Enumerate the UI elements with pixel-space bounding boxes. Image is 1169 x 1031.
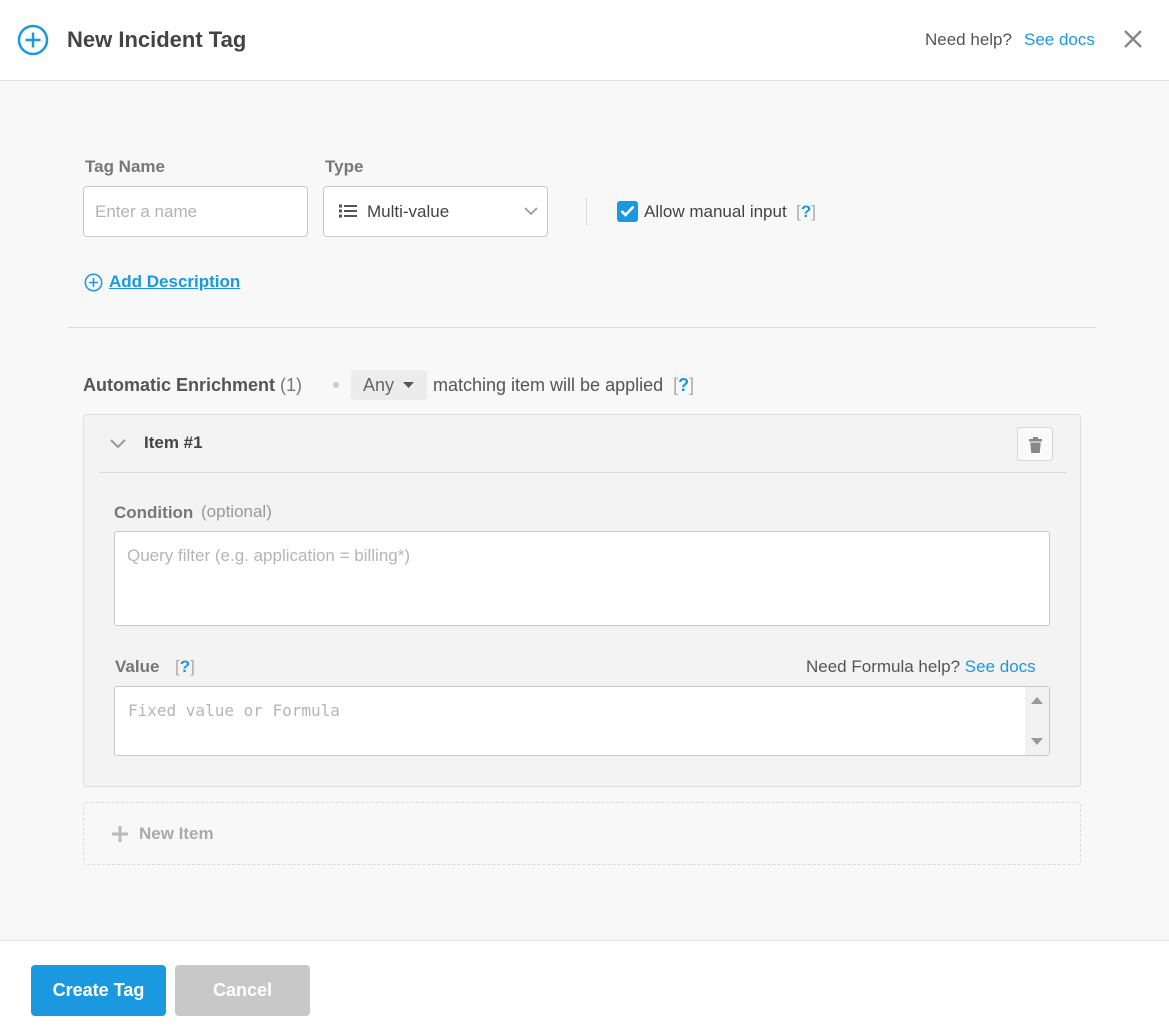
plus-icon: [112, 826, 128, 842]
see-docs-link[interactable]: See docs: [1024, 30, 1095, 50]
condition-label: Condition: [114, 503, 194, 522]
dialog-title: New Incident Tag: [67, 27, 247, 52]
manual-input-help[interactable]: [?]: [791, 202, 816, 221]
allow-manual-input-label: Allow manual input [?]: [644, 202, 816, 222]
create-tag-button[interactable]: Create Tag: [31, 965, 166, 1016]
chevron-down-icon: [524, 207, 538, 216]
help-mark[interactable]: ?: [801, 202, 811, 221]
chevron-down-icon[interactable]: [110, 439, 126, 449]
enrichment-title: Automatic Enrichment: [83, 375, 276, 395]
formula-help: Need Formula help? See docs: [806, 657, 1036, 677]
trash-icon: [1029, 437, 1042, 453]
check-icon: [620, 205, 635, 217]
allow-manual-input-text: Allow manual input: [644, 202, 787, 221]
dialog-footer: Create Tag Cancel: [0, 940, 1169, 1031]
dialog-header: New Incident Tag Need help? See docs: [0, 0, 1169, 81]
tag-name-label: Tag Name: [85, 157, 165, 176]
value-label: Value: [115, 657, 160, 676]
item-card: Item #1 Condition (optional) Value [?] N…: [83, 414, 1081, 787]
value-input-container: [114, 686, 1050, 756]
field-divider: [586, 197, 587, 226]
item-title: Item #1: [144, 433, 203, 452]
match-mode-value: Any: [363, 375, 395, 395]
value-input[interactable]: [115, 687, 1025, 755]
condition-optional: (optional): [201, 502, 272, 521]
separator-dot: [333, 382, 339, 388]
section-divider: [68, 327, 1096, 328]
delete-item-button[interactable]: [1017, 427, 1053, 461]
type-select[interactable]: Multi-value: [323, 186, 548, 237]
value-help[interactable]: [?]: [175, 657, 195, 677]
close-icon[interactable]: [1122, 28, 1144, 50]
type-label: Type: [325, 157, 364, 176]
caret-down-icon: [403, 382, 414, 388]
item-header-divider: [99, 472, 1067, 473]
formula-see-docs-link[interactable]: See docs: [965, 657, 1036, 676]
match-mode-select[interactable]: Any: [351, 370, 427, 400]
help-mark[interactable]: ?: [180, 657, 190, 676]
new-item-button[interactable]: New Item: [83, 802, 1081, 865]
help-prefix: Need help?: [925, 30, 1012, 49]
allow-manual-input-checkbox[interactable]: [617, 201, 638, 222]
match-text: matching item will be applied: [433, 375, 664, 395]
type-select-value: Multi-value: [367, 202, 450, 221]
scroll-up-icon[interactable]: [1031, 697, 1043, 704]
add-circle-icon: [84, 273, 103, 292]
tag-name-input[interactable]: [83, 186, 308, 237]
new-item-label: New Item: [139, 824, 214, 843]
help-mark[interactable]: ?: [678, 375, 689, 395]
add-description-text[interactable]: Add Description: [109, 272, 240, 292]
match-description: matching item will be applied [?]: [433, 375, 694, 396]
formula-help-prefix: Need Formula help?: [806, 657, 961, 676]
value-scrollbar[interactable]: [1025, 687, 1049, 755]
enrichment-title-row: Automatic Enrichment (1): [83, 375, 302, 396]
cancel-button[interactable]: Cancel: [175, 965, 310, 1016]
list-icon: [339, 204, 357, 218]
enrichment-count: (1): [280, 375, 303, 395]
scroll-down-icon[interactable]: [1031, 738, 1043, 745]
condition-input[interactable]: [114, 531, 1050, 626]
plus-circle-icon: [17, 24, 49, 56]
enrichment-help[interactable]: [?]: [668, 375, 694, 395]
